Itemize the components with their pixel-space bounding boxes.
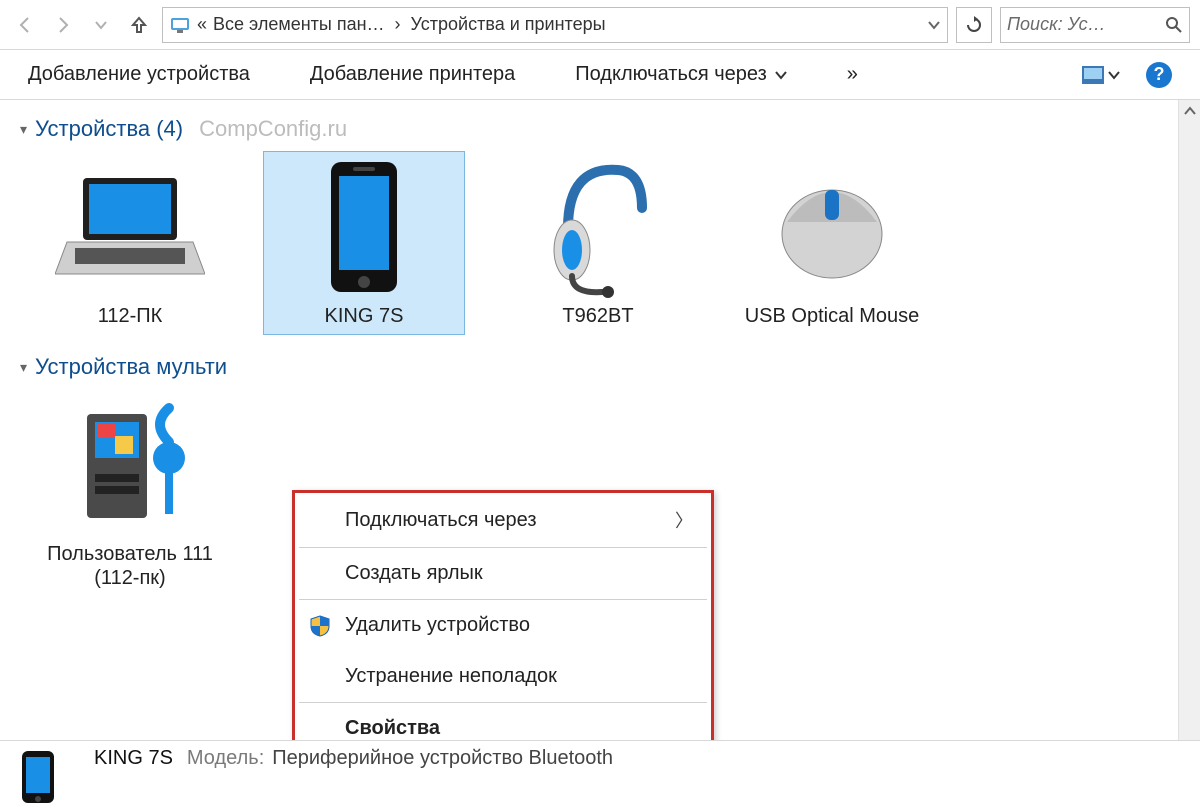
- scroll-up-icon[interactable]: [1179, 100, 1200, 122]
- refresh-button[interactable]: [956, 7, 992, 43]
- breadcrumb[interactable]: « Все элементы пан… › Устройства и принт…: [162, 7, 948, 43]
- chevron-right-icon: ›: [395, 14, 401, 35]
- device-label: KING 7S: [325, 304, 404, 328]
- search-box[interactable]: Поиск: Ус…: [1000, 7, 1190, 43]
- headset-icon: [523, 158, 673, 298]
- add-device-button[interactable]: Добавление устройства: [28, 63, 250, 86]
- ctx-remove-device[interactable]: Удалить устройство: [295, 600, 711, 651]
- mouse-icon: [757, 158, 907, 298]
- address-bar: « Все элементы пан… › Устройства и принт…: [0, 0, 1200, 50]
- help-button[interactable]: ?: [1146, 62, 1172, 88]
- chevron-down-icon[interactable]: [927, 18, 941, 32]
- thumbnails-icon: [1082, 66, 1104, 84]
- chevron-down-icon: ▾: [20, 359, 27, 376]
- add-printer-button[interactable]: Добавление принтера: [310, 63, 515, 86]
- control-panel-icon: [169, 14, 191, 36]
- group-multimedia-header[interactable]: ▾ Устройства мульти: [20, 354, 1180, 380]
- overflow-button[interactable]: »: [847, 63, 858, 86]
- chevron-down-icon: [1108, 69, 1120, 81]
- device-media-server[interactable]: Пользователь 111 (112-пк): [30, 390, 230, 596]
- forward-button[interactable]: [48, 10, 78, 40]
- content-pane: ▾ Устройства (4) CompConfig.ru 112-ПК: [0, 100, 1200, 740]
- recent-dropdown[interactable]: [86, 10, 116, 40]
- context-menu: Подключаться через 〉 Создать ярлык Удали…: [292, 490, 714, 740]
- device-112-pk[interactable]: 112-ПК: [30, 152, 230, 334]
- device-t962bt[interactable]: T962BT: [498, 152, 698, 334]
- vertical-scrollbar[interactable]: [1178, 100, 1200, 740]
- breadcrumb-prefix: «: [197, 14, 207, 35]
- ctx-connect-via[interactable]: Подключаться через 〉: [295, 493, 711, 547]
- breadcrumb-segment-1[interactable]: Устройства и принтеры: [411, 14, 606, 35]
- device-usb-mouse[interactable]: USB Optical Mouse: [732, 152, 932, 334]
- search-icon[interactable]: [1165, 16, 1183, 34]
- laptop-icon: [55, 158, 205, 298]
- media-server-icon: [55, 396, 205, 536]
- devices-grid: 112-ПК KING 7S: [30, 152, 1180, 334]
- device-label: T962BT: [562, 304, 633, 328]
- details-model-value: Периферийное устройство Bluetooth: [272, 747, 613, 770]
- group-devices-header[interactable]: ▾ Устройства (4) CompConfig.ru: [20, 116, 1180, 142]
- chevron-right-icon: 〉: [675, 507, 693, 533]
- search-placeholder: Поиск: Ус…: [1007, 14, 1106, 35]
- watermark-text: CompConfig.ru: [199, 116, 347, 142]
- details-pane: KING 7S Модель: Периферийное устройство …: [0, 740, 1200, 800]
- ctx-create-shortcut[interactable]: Создать ярлык: [295, 548, 711, 599]
- view-options-button[interactable]: [1082, 66, 1120, 84]
- details-phone-icon: [14, 749, 76, 801]
- breadcrumb-segment-0[interactable]: Все элементы пан…: [213, 14, 385, 35]
- command-bar: Добавление устройства Добавление принтер…: [0, 50, 1200, 100]
- ctx-troubleshoot[interactable]: Устранение неполадок: [295, 651, 711, 702]
- chevron-down-icon: ▾: [20, 121, 27, 138]
- device-label: USB Optical Mouse: [745, 304, 920, 328]
- details-title: KING 7S: [94, 747, 173, 770]
- shield-icon: [309, 615, 331, 637]
- group-multimedia-title: Устройства мульти: [35, 354, 227, 380]
- device-label: Пользователь 111 (112-пк): [36, 542, 224, 590]
- up-button[interactable]: [124, 10, 154, 40]
- ctx-properties[interactable]: Свойства: [295, 703, 711, 740]
- back-button[interactable]: [10, 10, 40, 40]
- phone-icon: [289, 158, 439, 298]
- details-model-label: Модель:: [187, 747, 264, 770]
- device-label: 112-ПК: [98, 304, 163, 328]
- group-devices-title: Устройства (4): [35, 116, 183, 142]
- connect-via-button[interactable]: Подключаться через: [575, 63, 787, 86]
- device-king-7s[interactable]: KING 7S: [264, 152, 464, 334]
- chevron-down-icon: [775, 69, 787, 81]
